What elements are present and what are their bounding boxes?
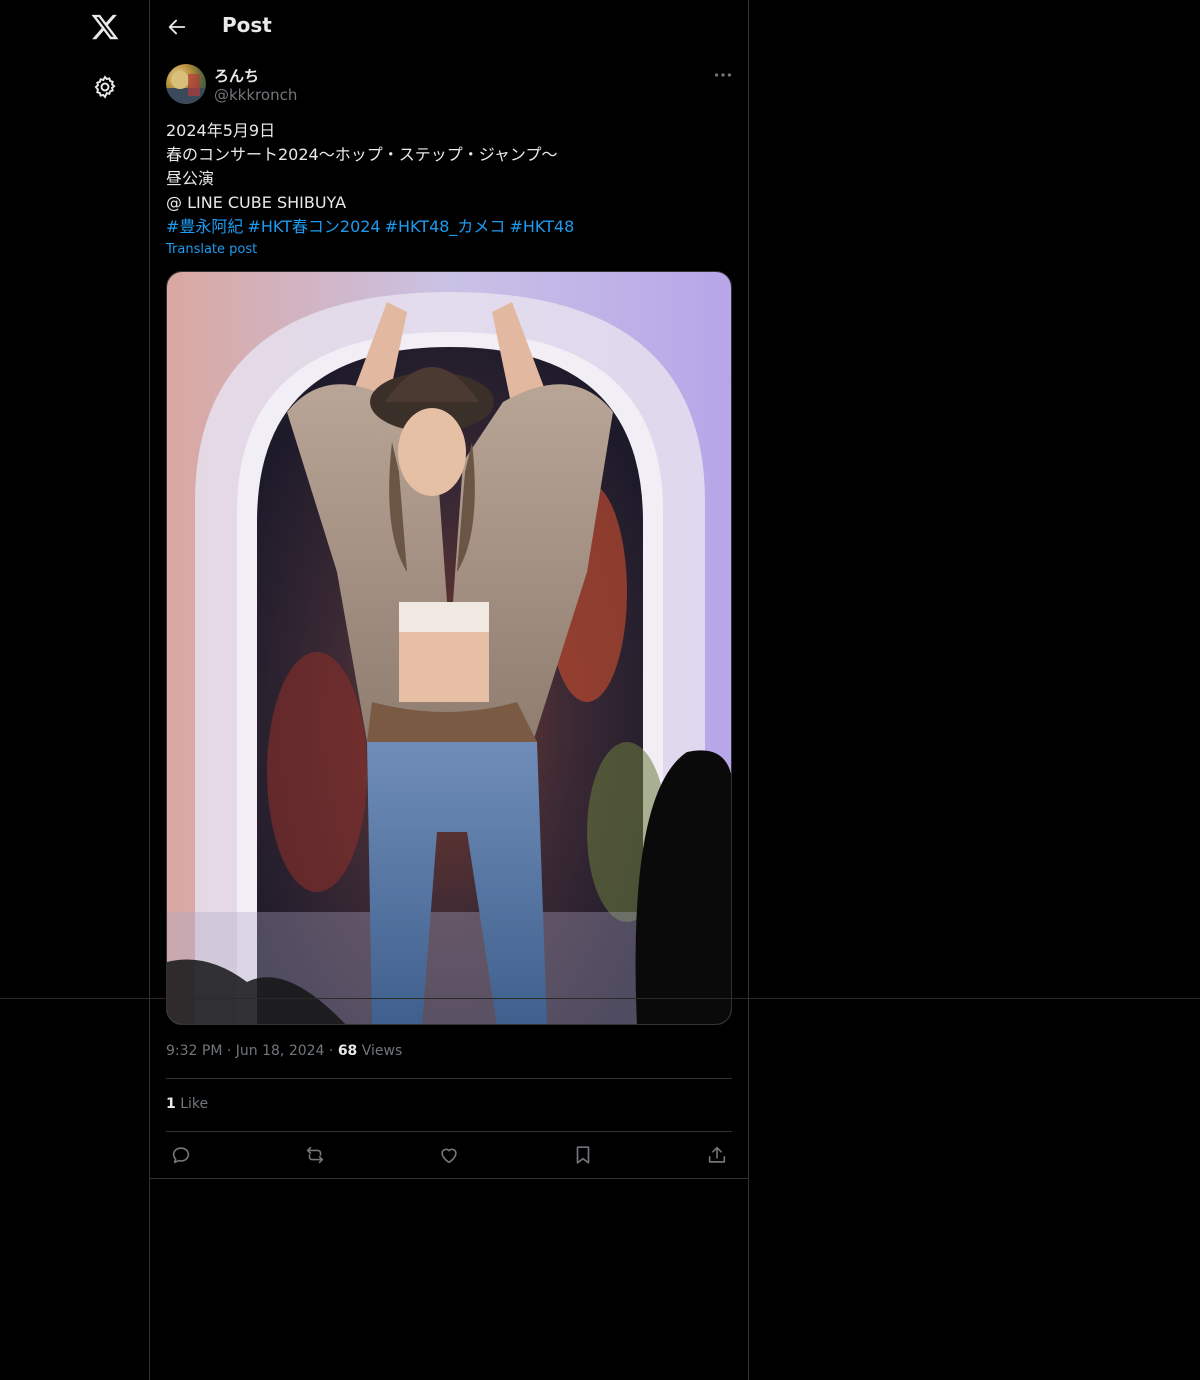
avatar[interactable] [166,64,206,104]
translate-link[interactable]: Translate post [166,242,257,257]
post-line: 昼公演 [166,169,215,188]
post-time[interactable]: 9:32 PM [166,1043,222,1059]
post-line: 春のコンサート2024〜ホップ・ステップ・ジャンプ〜 [166,145,558,164]
main-column: Post ろんち @kkkronch 2024年5月9日 春のコンサート2024… [149,0,749,1380]
hashtag-list: #豊永阿紀 #HKT春コン2024 #HKT48_カメコ #HKT48 [166,215,732,239]
hashtag-link[interactable]: #HKT48 [509,217,574,236]
page-header: Post [150,0,748,54]
x-logo-icon[interactable] [90,12,120,42]
divider [166,1131,732,1132]
hashtag-link[interactable]: #豊永阿紀 [166,217,243,236]
hashtag-link[interactable]: #HKT春コン2024 [247,217,380,236]
share-icon[interactable] [706,1144,728,1166]
display-name[interactable]: ろんち [214,65,259,86]
views-label: Views [361,1043,403,1059]
divider [166,1078,732,1079]
post-line: @ LINE CUBE SHIBUYA [166,193,347,212]
more-horizontal-icon[interactable] [712,64,734,86]
repost-icon[interactable] [304,1144,326,1166]
page-divider-line [0,998,1200,999]
left-nav [0,0,149,1380]
likes-label: Like [180,1096,209,1112]
reply-icon[interactable] [170,1144,192,1166]
page-title: Post [222,13,272,37]
divider [150,1178,748,1179]
bookmark-icon[interactable] [572,1144,594,1166]
post-line: 2024年5月9日 [166,121,276,140]
action-bar [166,1140,732,1170]
arrow-left-icon[interactable] [166,16,188,38]
hashtag-link[interactable]: #HKT48_カメコ [385,217,506,236]
views-count: 68 [337,1043,358,1059]
post-image[interactable] [166,271,732,1025]
likes-stat[interactable]: 1 Like [166,1096,208,1112]
post-meta: 9:32 PM · Jun 18, 2024 · 68 Views [166,1043,402,1059]
meta-separator: · [226,1043,236,1059]
post-date[interactable]: Jun 18, 2024 [236,1043,325,1059]
likes-count: 1 [166,1096,176,1112]
gear-icon[interactable] [92,74,118,100]
heart-icon[interactable] [438,1144,460,1166]
post-text: 2024年5月9日 春のコンサート2024〜ホップ・ステップ・ジャンプ〜 昼公演… [166,119,732,239]
meta-separator: · [328,1043,338,1059]
user-handle[interactable]: @kkkronch [214,86,297,104]
